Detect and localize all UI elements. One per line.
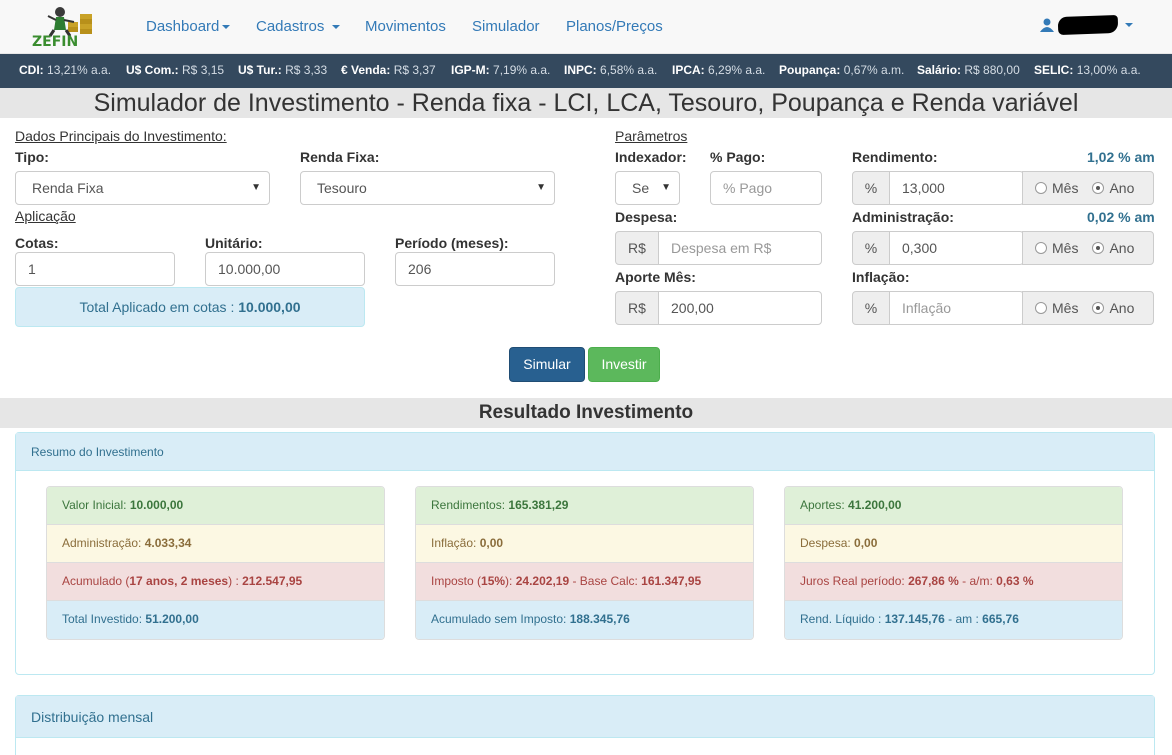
simular-button[interactable]: Simular	[509, 347, 585, 382]
top-navbar: ZEFIN Dashboard Cadastros Movimentos Sim…	[0, 0, 1172, 54]
administracao-label: Administração:	[852, 209, 954, 225]
section-dados-principais: Dados Principais do Investimento:	[15, 128, 227, 144]
pago-label: % Pago:	[710, 149, 766, 165]
resumo-panel-title: Resumo do Investimento	[16, 433, 1154, 471]
despesa-input[interactable]: Despesa em R$	[658, 231, 822, 265]
section-aplicacao: Aplicação	[15, 208, 76, 224]
user-icon	[1040, 18, 1054, 32]
list-item: Acumulado (17 anos, 2 meses) : 212.547,9…	[47, 563, 384, 601]
list-item: Acumulado sem Imposto: 188.345,76	[416, 601, 753, 639]
administracao-input[interactable]: 0,300	[889, 231, 1024, 265]
list-item: Juros Real período: 267,86 % - a/m: 0,63…	[785, 563, 1122, 601]
list-item: Administração: 4.033,34	[47, 525, 384, 563]
rendimento-rate: 1,02 % am	[1087, 149, 1155, 165]
list-item: Imposto (15%): 24.202,19 - Base Calc: 16…	[416, 563, 753, 601]
rendimento-addon: %	[852, 171, 890, 205]
redacted-username	[1057, 14, 1119, 36]
administracao-period-radio: Mês Ano	[1022, 231, 1154, 265]
renda-fixa-label: Renda Fixa:	[300, 149, 380, 165]
list-item: Rendimentos: 165.381,29	[416, 487, 753, 525]
chevron-down-icon	[222, 25, 231, 30]
administracao-rate: 0,02 % am	[1087, 209, 1155, 225]
despesa-label: Despesa:	[615, 209, 678, 225]
nav-simulador[interactable]: Simulador	[472, 18, 540, 35]
page-title: Simulador de Investimento - Renda fixa -…	[0, 88, 1172, 118]
section-parametros: Parâmetros	[615, 128, 688, 144]
total-aplicado-box: Total Aplicado em cotas : 10.000,00	[15, 287, 365, 327]
tipo-label: Tipo:	[15, 149, 49, 165]
rendimento-input[interactable]: 13,000	[889, 171, 1024, 205]
nav-movimentos[interactable]: Movimentos	[365, 18, 446, 35]
periodo-input[interactable]: 206	[395, 252, 555, 286]
cotas-label: Cotas:	[15, 235, 59, 251]
rendimento-period-radio: Mês Ano	[1022, 171, 1154, 205]
distribuicao-panel-title: Distribuição mensal	[16, 696, 1154, 738]
periodo-label: Período (meses):	[395, 235, 509, 251]
inflacao-input[interactable]: Inflação	[889, 291, 1024, 325]
index-poupanca: Poupança: 0,67% a.m.	[779, 63, 905, 77]
index-usd-com: U$ Com.: R$ 3,15	[126, 63, 225, 77]
pago-input[interactable]: % Pago	[710, 171, 822, 205]
index-ipca: IPCA: 6,29% a.a.	[672, 63, 766, 77]
nav-dashboard[interactable]: Dashboard	[146, 18, 231, 35]
investir-button[interactable]: Investir	[588, 347, 660, 382]
tipo-select[interactable]: Renda Fixa ▼	[15, 171, 270, 205]
resumo-column-1: Valor Inicial: 10.000,00 Administração: …	[46, 486, 385, 640]
administracao-addon: %	[852, 231, 890, 265]
index-usd-tur: U$ Tur.: R$ 3,33	[238, 63, 328, 77]
rendimento-label: Rendimento:	[852, 149, 938, 165]
list-item: Valor Inicial: 10.000,00	[47, 487, 384, 525]
unitario-label: Unitário:	[205, 235, 263, 251]
index-inpc: INPC: 6,58% a.a.	[564, 63, 658, 77]
nav-planos-precos[interactable]: Planos/Preços	[566, 18, 663, 35]
administracao-ano-radio[interactable]: Ano	[1092, 240, 1134, 256]
nav-cadastros[interactable]: Cadastros	[256, 18, 340, 35]
distribuicao-panel: Distribuição mensal	[15, 695, 1155, 755]
list-item: Aportes: 41.200,00	[785, 487, 1122, 525]
dropdown-arrow-icon: ▼	[536, 182, 546, 193]
resumo-column-3: Aportes: 41.200,00 Despesa: 0,00 Juros R…	[784, 486, 1123, 640]
despesa-addon: R$	[615, 231, 659, 265]
unitario-input[interactable]: 10.000,00	[205, 252, 365, 286]
index-eur: € Venda: R$ 3,37	[341, 63, 436, 77]
inflacao-ano-radio[interactable]: Ano	[1092, 300, 1134, 316]
inflacao-period-radio: Mês Ano	[1022, 291, 1154, 325]
resumo-column-2: Rendimentos: 165.381,29 Inflação: 0,00 I…	[415, 486, 754, 640]
renda-fixa-select[interactable]: Tesouro ▼	[300, 171, 555, 205]
inflacao-label: Inflação:	[852, 269, 910, 285]
aporte-label: Aporte Mês:	[615, 269, 696, 285]
indexador-label: Indexador:	[615, 149, 687, 165]
index-cdi: CDI: 13,21% a.a.	[19, 63, 112, 77]
index-selic: SELIC: 13,00% a.a.	[1034, 63, 1141, 77]
resultado-heading: Resultado Investimento	[0, 398, 1172, 428]
index-igpm: IGP-M: 7,19% a.a.	[451, 63, 551, 77]
dropdown-arrow-icon: ▼	[661, 182, 671, 193]
cotas-input[interactable]: 1	[15, 252, 175, 286]
list-item: Total Investido: 51.200,00	[47, 601, 384, 639]
chevron-down-icon	[331, 25, 340, 30]
aporte-input[interactable]: 200,00	[658, 291, 822, 325]
dropdown-arrow-icon: ▼	[251, 182, 261, 193]
inflacao-mes-radio[interactable]: Mês	[1035, 300, 1078, 316]
index-salario: Salário: R$ 880,00	[917, 63, 1020, 77]
user-menu[interactable]	[1040, 14, 1133, 36]
list-item: Inflação: 0,00	[416, 525, 753, 563]
rendimento-ano-radio[interactable]: Ano	[1092, 180, 1134, 196]
rendimento-mes-radio[interactable]: Mês	[1035, 180, 1078, 196]
chevron-down-icon	[1125, 23, 1133, 27]
list-item: Despesa: 0,00	[785, 525, 1122, 563]
inflacao-addon: %	[852, 291, 890, 325]
zefin-logo[interactable]: ZEFIN	[30, 4, 102, 48]
svg-text:ZEFIN: ZEFIN	[32, 34, 78, 48]
market-indices-bar: CDI: 13,21% a.a. U$ Com.: R$ 3,15 U$ Tur…	[0, 54, 1172, 88]
list-item: Rend. Líquido : 137.145,76 - am : 665,76	[785, 601, 1122, 639]
administracao-mes-radio[interactable]: Mês	[1035, 240, 1078, 256]
indexador-select[interactable]: Se ▼	[615, 171, 680, 205]
aporte-addon: R$	[615, 291, 659, 325]
